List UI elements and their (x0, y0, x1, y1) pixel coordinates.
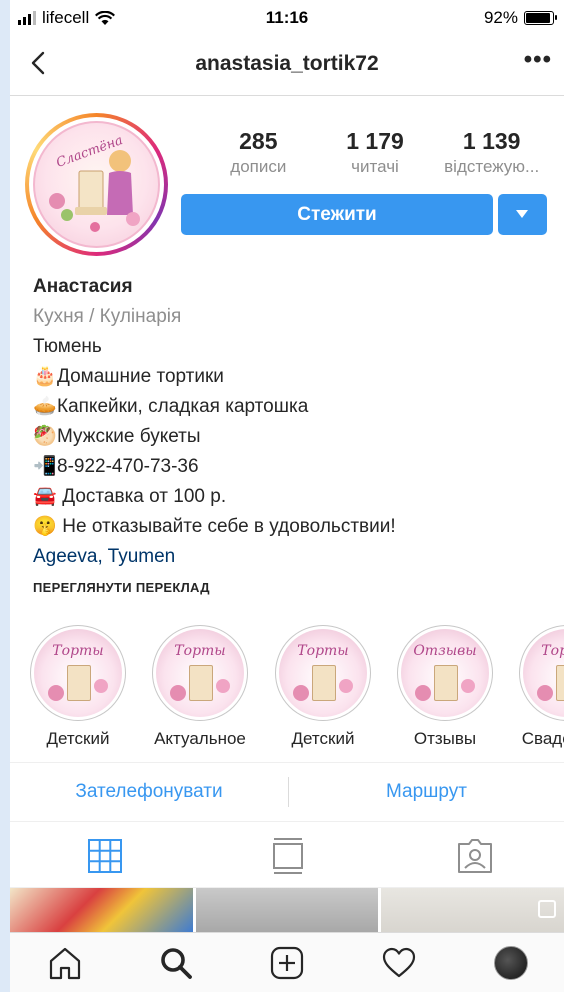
stat-value: 1 139 (462, 128, 521, 154)
post-thumbnail[interactable] (381, 888, 564, 932)
bio-line: 🥙Мужские букеты (33, 422, 553, 452)
profile-stats: 285 дописи 1 179 читачі 1 139 відстежую.… (200, 128, 550, 177)
status-bar: lifecell 11:16 92% (10, 0, 564, 36)
highlight-item[interactable]: Торты Актуальное (140, 625, 260, 749)
suggestions-dropdown-button[interactable] (498, 194, 547, 235)
bio-line: 🎂Домашние тортики (33, 362, 553, 392)
stat-followers[interactable]: 1 179 читачі (317, 128, 434, 177)
car-icon: 🚘 (33, 486, 57, 507)
stat-label: відстежую... (444, 157, 540, 176)
feed-icon[interactable] (268, 836, 308, 876)
avatar-illustration: Сластёна (49, 133, 140, 232)
flatbread-icon: 🥙 (33, 426, 57, 447)
profile-header: anastasia_tortik72 ••• (10, 36, 564, 96)
highlight-label: Детский (291, 729, 355, 748)
highlight-item[interactable]: Отзывы Отзывы (385, 625, 505, 749)
highlight-cover: Торты (279, 629, 367, 717)
bio-line-text: Не отказывайте себе в удовольствии! (57, 516, 396, 537)
highlight-item[interactable]: Торты Детский (18, 625, 138, 749)
bio-phone[interactable]: 8-922-470-73-36 (57, 456, 199, 477)
story-ring[interactable]: Сластёна (25, 113, 168, 256)
highlight-label: Актуальное (154, 729, 246, 748)
highlight-cover: Торты (156, 629, 244, 717)
carousel-icon (538, 900, 557, 918)
highlight-label: Свадебные (521, 729, 564, 748)
posts-grid (10, 888, 564, 932)
stat-label: дописи (230, 157, 287, 176)
more-options-icon[interactable]: ••• (524, 46, 552, 74)
bio-line: 🥧Капкейки, сладкая картошка (33, 392, 553, 422)
post-thumbnail[interactable] (195, 888, 379, 932)
highlight-item[interactable]: Торты Детский (263, 625, 383, 749)
post-thumbnail[interactable] (10, 888, 193, 932)
directions-button[interactable]: Маршрут (289, 763, 564, 821)
add-post-icon[interactable] (269, 945, 305, 981)
highlight-cover: Отзывы (401, 629, 489, 717)
bio-line: 🚘 Доставка от 100 р. (33, 482, 553, 512)
triangle-down-icon (516, 210, 528, 218)
bio-line: Тюмень (33, 332, 553, 362)
battery-group: 92% (483, 8, 557, 28)
highlight-item[interactable]: Торты Свадебные (507, 625, 564, 749)
highlight-cover: Торты (523, 629, 564, 717)
grid-icon[interactable] (85, 836, 125, 876)
bio-line-text: Капкейки, сладкая картошка (57, 396, 309, 417)
bio-line-text: Домашние тортики (57, 366, 224, 387)
story-highlights: Торты Детский Торты Актуальное Торты Дет… (10, 625, 564, 755)
stat-following[interactable]: 1 139 відстежую... (433, 128, 550, 177)
stat-posts[interactable]: 285 дописи (200, 128, 317, 177)
clock: 11:16 (265, 8, 309, 27)
bio-line: 🤫 Не отказывайте себе в удовольствии! (33, 512, 553, 542)
heart-icon[interactable] (381, 945, 417, 981)
highlight-label: Детский (46, 729, 110, 748)
home-icon[interactable] (47, 945, 83, 981)
cake-icon: 🎂 (33, 366, 57, 387)
see-translation-link[interactable]: ПЕРЕГЛЯНУТИ ПЕРЕКЛАД (33, 580, 210, 595)
profile-bio: Анастасия Кухня / Кулінарія Тюмень 🎂Дома… (33, 272, 553, 572)
profile-avatar[interactable] (494, 946, 528, 980)
search-icon[interactable] (158, 945, 194, 981)
bio-line-text: Тюмень (33, 336, 102, 357)
location-link[interactable]: Ageeva, Tyumen (33, 542, 553, 572)
call-button[interactable]: Зателефонувати (10, 763, 288, 821)
bio-line-text: Мужские букеты (57, 426, 201, 447)
bio-line-text: Доставка от 100 р. (57, 486, 227, 507)
profile-tabs (10, 822, 564, 888)
battery-percent: 92% (483, 8, 518, 27)
stat-value: 1 179 (346, 128, 404, 154)
battery-icon (524, 11, 557, 25)
bottom-navigation (10, 932, 564, 992)
profile-username: anastasia_tortik72 (195, 52, 379, 75)
shushing-face-icon: 🤫 (33, 516, 57, 537)
avatar: Сластёна (33, 121, 160, 248)
display-name: Анастасия (33, 276, 133, 297)
highlight-cover: Торты (34, 629, 122, 717)
instagram-profile-screen: lifecell 11:16 92% anastasia_tortik72 ••… (10, 0, 564, 992)
stat-label: читачі (351, 157, 399, 176)
phone-arrow-icon: 📲 (33, 456, 57, 477)
stat-value: 285 (239, 128, 278, 154)
bio-line: 📲8-922-470-73-36 (33, 452, 553, 482)
contact-actions: Зателефонувати Маршрут (10, 762, 564, 822)
follow-button[interactable]: Стежити (181, 194, 493, 235)
tagged-icon[interactable] (455, 836, 495, 876)
pie-icon: 🥧 (33, 396, 57, 417)
highlight-label: Отзывы (413, 729, 477, 748)
business-category: Кухня / Кулінарія (33, 306, 182, 327)
